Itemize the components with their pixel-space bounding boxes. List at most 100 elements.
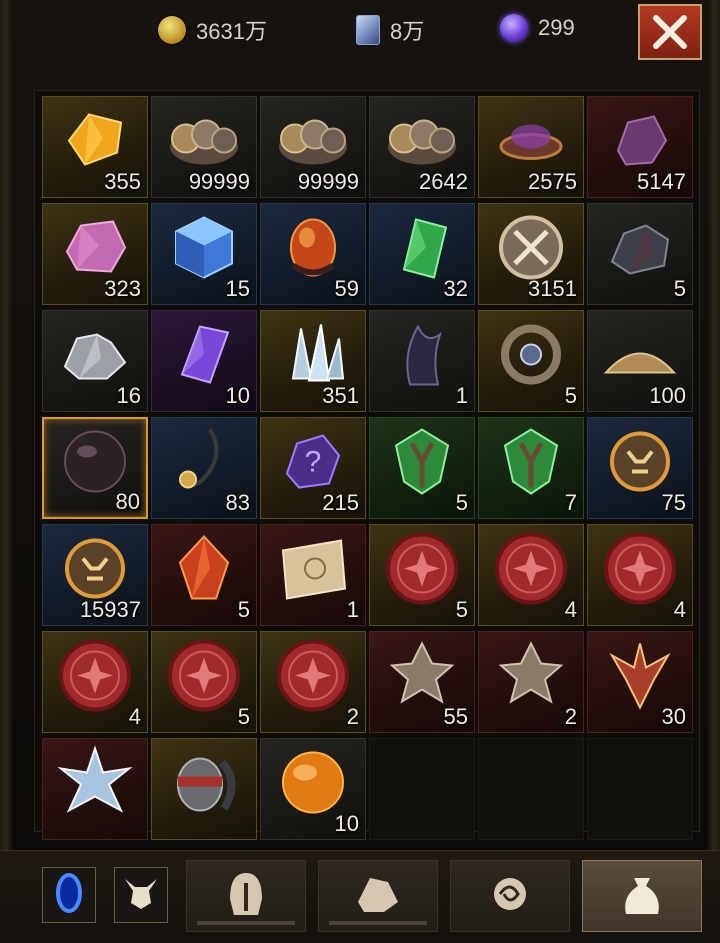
item-quantity: 323: [104, 276, 141, 301]
item-quantity: 2: [346, 704, 359, 729]
blue-portal-icon: [54, 871, 84, 920]
item-quantity: 2: [564, 704, 577, 729]
item-quantity: 355: [104, 169, 141, 194]
spiked-relic-icon: [491, 636, 571, 721]
inventory-slot[interactable]: 5: [478, 310, 584, 412]
frame-right-border: [708, 0, 720, 850]
inventory-slot[interactable]: 2575: [478, 96, 584, 198]
close-button[interactable]: [638, 4, 702, 60]
inventory-slot[interactable]: 1: [369, 310, 475, 412]
item-quantity: 5: [237, 597, 250, 622]
item-quantity: 7: [564, 490, 577, 515]
inventory-slot[interactable]: 4: [478, 524, 584, 626]
inventory-slot[interactable]: 15: [151, 203, 257, 305]
tab-ore-chunk[interactable]: [318, 860, 438, 932]
item-quantity: 15: [225, 276, 250, 301]
inventory-slot[interactable]: 7: [478, 417, 584, 519]
inventory-slot[interactable]: [151, 738, 257, 840]
inventory-slot[interactable]: 5: [369, 417, 475, 519]
rune-ring-icon: [491, 315, 571, 400]
gold-currency: 3631万: [158, 14, 267, 46]
inventory-slot[interactable]: 5: [151, 631, 257, 733]
scroll-currency: 8万: [356, 14, 424, 46]
inventory-slot[interactable]: 4: [587, 524, 693, 626]
inventory-slot-empty[interactable]: [369, 738, 475, 840]
purple-orb-icon: [500, 14, 528, 42]
red-seal-icon: [164, 636, 244, 721]
inventory-slot[interactable]: 32: [369, 203, 475, 305]
item-quantity: 75: [661, 490, 686, 515]
treasure-map-icon: [273, 529, 353, 614]
item-quantity: 59: [334, 276, 359, 301]
inventory-slot[interactable]: 1: [260, 524, 366, 626]
inventory-slot[interactable]: 75: [587, 417, 693, 519]
inventory-slot[interactable]: 2: [260, 631, 366, 733]
inventory-slot[interactable]: 59: [260, 203, 366, 305]
inventory-slot[interactable]: 10: [260, 738, 366, 840]
item-quantity: 15937: [79, 597, 141, 622]
tab-underline: [329, 921, 427, 925]
item-quantity: 30: [661, 704, 686, 729]
inventory-slot[interactable]: 5: [587, 203, 693, 305]
inventory-slot[interactable]: 5: [151, 524, 257, 626]
item-quantity: 83: [225, 490, 250, 515]
inventory-slot-empty[interactable]: [478, 738, 584, 840]
inventory-slot[interactable]: 30: [587, 631, 693, 733]
inventory-slot[interactable]: 355: [42, 96, 148, 198]
scroll-amount: 8万: [390, 19, 425, 44]
dark-horn-icon: [382, 315, 462, 400]
masked-head-icon: [164, 743, 244, 828]
inventory-slot[interactable]: [42, 738, 148, 840]
close-icon: [653, 15, 687, 49]
inventory-slot[interactable]: 2: [478, 631, 584, 733]
inventory-slot[interactable]: 100: [587, 310, 693, 412]
frame-left-border: [0, 0, 12, 850]
item-quantity: 10: [334, 811, 359, 836]
inventory-slot[interactable]: 3151: [478, 203, 584, 305]
item-quantity: 5: [455, 490, 468, 515]
inventory-slot[interactable]: 5: [369, 524, 475, 626]
inventory-slot[interactable]: 55: [369, 631, 475, 733]
item-quantity: 215: [322, 490, 359, 515]
inventory-slot[interactable]: 5147: [587, 96, 693, 198]
item-quantity: 351: [322, 383, 359, 408]
tab-bag[interactable]: [582, 860, 702, 932]
item-quantity: 4: [673, 597, 686, 622]
tab-blue-portal[interactable]: [42, 867, 96, 923]
svg-text:?: ?: [305, 446, 322, 479]
item-quantity: 80: [115, 489, 140, 514]
inventory-slot[interactable]: ? 215: [260, 417, 366, 519]
inventory-slot[interactable]: 83: [151, 417, 257, 519]
item-quantity: 4: [128, 704, 141, 729]
item-quantity: 2575: [528, 169, 577, 194]
orb-amount: 299: [538, 15, 575, 40]
red-seal-icon: [55, 636, 135, 721]
tab-helmet[interactable]: [186, 860, 306, 932]
inventory-slot[interactable]: 80: [42, 417, 148, 519]
inventory-slot[interactable]: 99999: [151, 96, 257, 198]
dark-ore-icon: [600, 208, 680, 293]
inventory-slot[interactable]: 351: [260, 310, 366, 412]
inventory-slot[interactable]: 4: [42, 631, 148, 733]
inventory-slot[interactable]: 10: [151, 310, 257, 412]
item-quantity: 1: [346, 597, 359, 622]
ore-chunk-icon: [354, 872, 402, 921]
tab-swirl-rune[interactable]: [450, 860, 570, 932]
inventory-slot[interactable]: 15937: [42, 524, 148, 626]
inventory-slot[interactable]: 323: [42, 203, 148, 305]
tab-underline: [197, 921, 295, 925]
item-quantity: 5: [673, 276, 686, 301]
inventory-slot[interactable]: 2642: [369, 96, 475, 198]
red-seal-icon: [382, 529, 462, 614]
inventory-slot[interactable]: 99999: [260, 96, 366, 198]
item-quantity: 5: [455, 597, 468, 622]
inventory-slot-empty[interactable]: [587, 738, 693, 840]
item-quantity: 100: [649, 383, 686, 408]
demon-head-icon: [121, 873, 161, 918]
item-quantity: 99999: [188, 169, 250, 194]
red-seal-icon: [600, 529, 680, 614]
item-quantity: 5147: [637, 169, 686, 194]
inventory-slot[interactable]: 16: [42, 310, 148, 412]
scroll-icon: [356, 15, 380, 45]
tab-demon-head[interactable]: [114, 867, 168, 923]
